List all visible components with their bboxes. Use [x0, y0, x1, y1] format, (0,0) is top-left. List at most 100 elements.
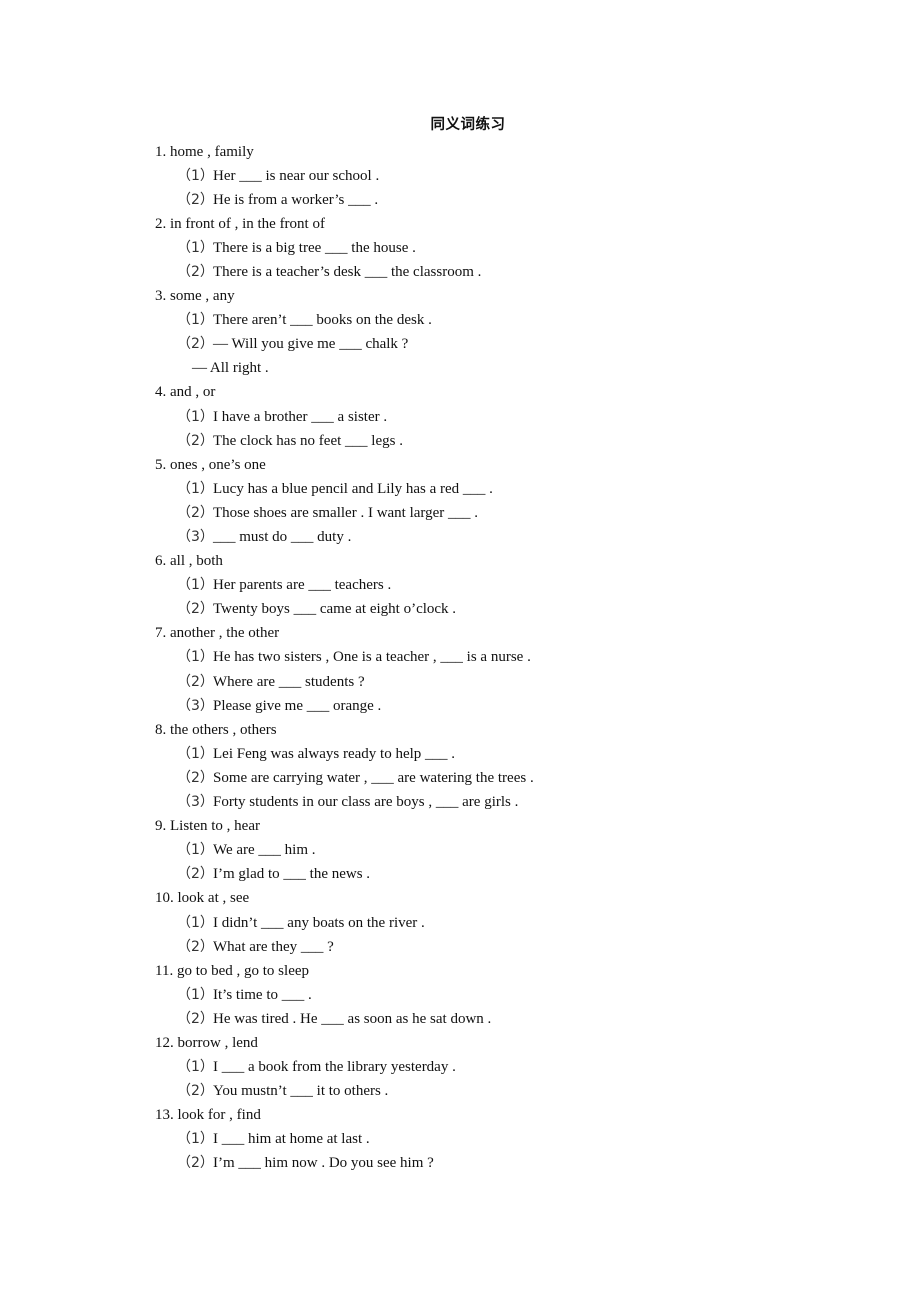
- item-number: （3）: [177, 697, 214, 714]
- item-sentence: Forty students in our class are boys , _…: [213, 794, 519, 811]
- section-heading: 8. the others , others: [155, 721, 277, 738]
- item-number: （1）: [177, 842, 214, 859]
- exercise-section: 12. borrow , lend （1）I ___ a book from th…: [155, 1031, 855, 1103]
- exercise-item: （1）He has two sisters , One is a teacher…: [155, 645, 855, 669]
- section-heading: 3. some , any: [155, 288, 235, 305]
- item-number: （2）: [177, 866, 214, 883]
- exercise-section: 5. ones , one’s one （1）Lucy has a blue pe…: [155, 453, 855, 549]
- item-sentence: I have a brother ___ a sister .: [213, 408, 388, 425]
- item-sentence: I’m ___ him now . Do you see him ?: [213, 1155, 434, 1172]
- exercise-item: （1）I have a brother ___ a sister .: [155, 405, 855, 429]
- item-number: （2）: [177, 938, 214, 955]
- section-heading: 7. another , the other: [155, 625, 280, 642]
- exercise-item: （2）Where are ___ students ?: [155, 670, 855, 694]
- item-number: （1）: [177, 745, 214, 762]
- exercise-item: （2）You mustn’t ___ it to others .: [155, 1079, 855, 1103]
- item-sentence: — Will you give me ___ chalk ?: [213, 336, 409, 353]
- item-number: （1）: [177, 239, 214, 256]
- item-number: （2）: [177, 1083, 214, 1100]
- item-number: （1）: [177, 577, 214, 594]
- exercise-section: 1. home , family （1）Her ___ is near our s…: [155, 140, 855, 212]
- item-sentence: Her parents are ___ teachers .: [213, 577, 392, 594]
- exercise-section: 8. the others , others （1）Lei Feng was al…: [155, 718, 855, 814]
- section-heading: 4. and , or: [155, 384, 216, 401]
- exercise-item: （2）Those shoes are smaller . I want larg…: [155, 501, 855, 525]
- item-sentence: There is a big tree ___ the house .: [213, 239, 416, 256]
- exercise-item: （1）I didn’t ___ any boats on the river .: [155, 911, 855, 935]
- exercise-item: （2）He was tired . He ___ as soon as he s…: [155, 1007, 855, 1031]
- item-sentence: Lei Feng was always ready to help ___ .: [213, 745, 456, 762]
- exercise-item: （1）There aren’t ___ books on the desk .: [155, 308, 855, 332]
- exercise-item: （1）It’s time to ___ .: [155, 983, 855, 1007]
- item-sentence: ___ must do ___ duty .: [213, 529, 352, 545]
- exercise-item: （2）There is a teacher’s desk ___ the cla…: [155, 260, 855, 284]
- item-sentence: There is a teacher’s desk ___ the classr…: [213, 263, 482, 280]
- exercise-item: （1）We are ___ him .: [155, 838, 855, 862]
- section-heading: 10. look at , see: [155, 890, 250, 907]
- document-title: 同义词练习: [430, 117, 506, 133]
- section-heading: 13. look for , find: [155, 1107, 261, 1124]
- item-number: （1）: [177, 914, 214, 931]
- item-sentence: There aren’t ___ books on the desk .: [213, 312, 432, 329]
- item-sentence: Those shoes are smaller . I want larger …: [213, 504, 479, 521]
- exercise-section: 2. in front of , in the front of （1）There…: [155, 212, 855, 284]
- exercise-item: （1）I ___ a book from the library yesterd…: [155, 1055, 855, 1079]
- exercise-item: （2）Twenty boys ___ came at eight o’clock…: [155, 597, 855, 621]
- exercise-section: 10. look at , see （1）I didn’t ___ any boa…: [155, 886, 855, 958]
- exercise-item: （2）— Will you give me ___ chalk ?: [155, 332, 855, 356]
- exercise-item: （3）Forty students in our class are boys …: [155, 790, 855, 814]
- section-heading: 11. go to bed , go to sleep: [155, 962, 310, 979]
- item-sentence: Some are carrying water , ___ are wateri…: [213, 769, 534, 786]
- item-number: （2）: [177, 1155, 214, 1172]
- exercise-item: （2）Some are carrying water , ___ are wat…: [155, 766, 855, 790]
- item-number: （1）: [177, 1131, 214, 1148]
- item-sentence: He was tired . He ___ as soon as he sat …: [213, 1010, 492, 1027]
- item-number: （2）: [177, 432, 214, 449]
- item-number: （1）: [177, 408, 214, 425]
- section-heading: 5. ones , one’s one: [155, 456, 266, 473]
- item-sentence: You mustn’t ___ it to others .: [213, 1083, 389, 1100]
- exercise-item: （3）___ must do ___ duty .: [155, 525, 855, 549]
- item-sentence: It’s time to ___ .: [213, 986, 312, 1003]
- item-sentence: I didn’t ___ any boats on the river .: [213, 914, 425, 931]
- exercise-section: 3. some , any （1）There aren’t ___ books o…: [155, 284, 855, 380]
- exercise-item: （1）Her parents are ___ teachers .: [155, 573, 855, 597]
- item-number: （1）: [177, 1059, 214, 1076]
- item-sentence: What are they ___ ?: [213, 938, 334, 955]
- document-page: 同义词练习 1. home , family （1） Her ___ is near…: [0, 0, 920, 1302]
- item-sentence: Her ___ is near our school .: [213, 167, 380, 184]
- item-number: （3）: [177, 529, 214, 545]
- exercise-section: 11. go to bed , go to sleep （1）It’s time …: [155, 959, 855, 1031]
- exercise-item: （1）Lei Feng was always ready to help ___…: [155, 742, 855, 766]
- item-number: （1）: [177, 649, 214, 666]
- exercise-section: 6. all , both （1）Her parents are ___ teac…: [155, 549, 855, 621]
- item-sentence: He is from a worker’s ___ .: [213, 191, 379, 208]
- item-number: （2）: [177, 601, 214, 618]
- exercise-item: （2）The clock has no feet ___ legs .: [155, 429, 855, 453]
- item-sentence: I ___ a book from the library yesterday …: [213, 1059, 456, 1076]
- item-number: （1）: [177, 986, 214, 1003]
- exercise-item: （2）What are they ___ ?: [155, 935, 855, 959]
- section-heading: 12. borrow , lend: [155, 1034, 258, 1051]
- exercise-section: 4. and , or （1）I have a brother ___ a sis…: [155, 380, 855, 452]
- item-sentence: We are ___ him .: [213, 842, 316, 859]
- item-number: （2）: [177, 1010, 214, 1027]
- exercise-item: （2）I’m glad to ___ the news .: [155, 862, 855, 886]
- item-number: （2）: [177, 769, 214, 786]
- section-heading: 6. all , both: [155, 553, 223, 570]
- item-number: （1）: [177, 312, 214, 329]
- item-sentence: The clock has no feet ___ legs .: [213, 432, 403, 449]
- item-number: （2）: [177, 263, 214, 280]
- section-heading: 1. home , family: [155, 143, 254, 160]
- exercise-item: （2）I’m ___ him now . Do you see him ?: [155, 1151, 855, 1175]
- item-sentence: I ___ him at home at last .: [213, 1131, 370, 1148]
- item-number: （2）: [177, 336, 214, 353]
- item-sentence: Twenty boys ___ came at eight o’clock .: [213, 601, 457, 618]
- item-number: （1）: [177, 480, 214, 497]
- exercise-list: 1. home , family （1） Her ___ is near our s…: [155, 140, 855, 1176]
- section-heading: 9. Listen to , hear: [155, 818, 260, 835]
- exercise-section: 7. another , the other （1）He has two sist…: [155, 621, 855, 717]
- item-number: （2）: [177, 504, 214, 521]
- item-continuation: — All right .: [192, 360, 269, 377]
- exercise-item: （2）He is from a worker’s ___ .: [155, 188, 855, 212]
